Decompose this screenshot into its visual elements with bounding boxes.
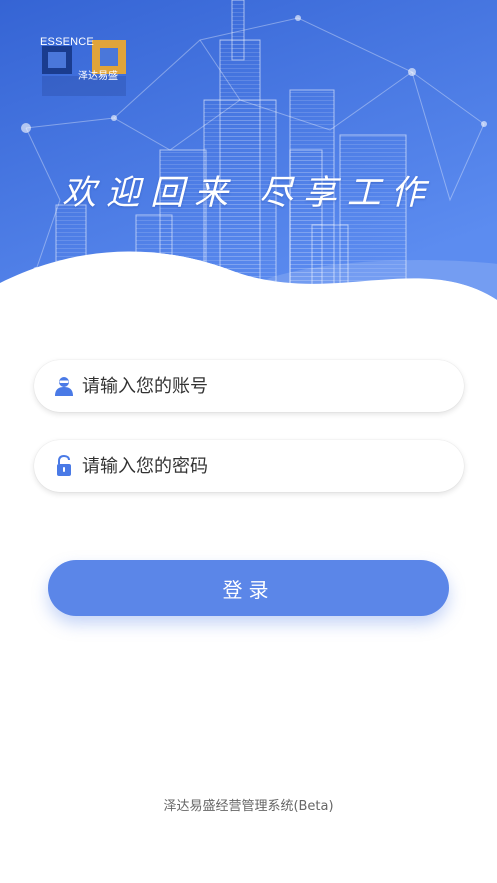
company-logo: ESSENCE 泽达易盛 [40, 36, 130, 98]
login-button[interactable]: 登录 [48, 560, 449, 616]
app-version-label: 泽达易盛经营管理系统(Beta) [163, 799, 334, 814]
user-icon [54, 374, 74, 398]
username-field[interactable] [34, 360, 464, 412]
password-field[interactable] [34, 440, 464, 492]
welcome-slogan: 欢迎回来 尽享工作 [62, 173, 435, 213]
logo-text-en: ESSENCE [40, 36, 94, 48]
password-input[interactable] [82, 455, 464, 477]
lock-icon [54, 454, 74, 478]
logo-text-cn: 泽达易盛 [78, 71, 118, 82]
hero-banner: ESSENCE 泽达易盛 欢迎回来 尽享工作 [0, 0, 497, 330]
username-input[interactable] [82, 375, 464, 397]
